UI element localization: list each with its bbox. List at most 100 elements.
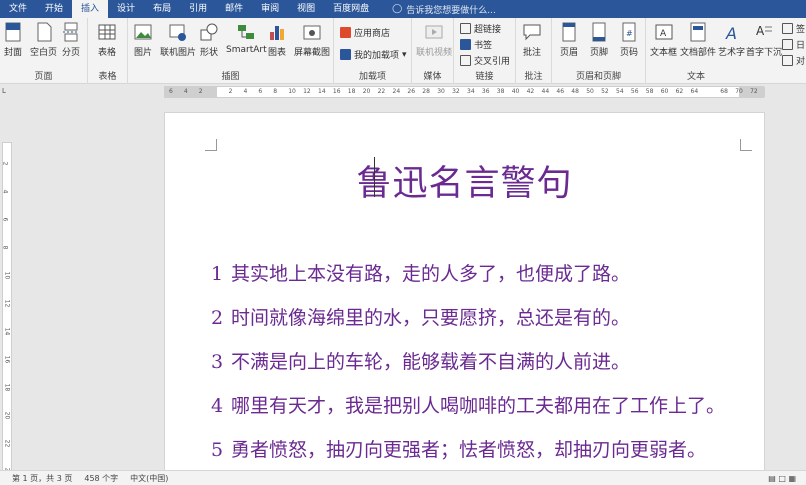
textbox-button[interactable]: A 文本框 <box>650 22 677 58</box>
link-icon <box>460 23 471 34</box>
signature-icon <box>782 23 793 34</box>
ruler-tick-label: 40 <box>511 88 520 95</box>
quick-parts-button[interactable]: 文档部件 <box>680 22 716 58</box>
cross-reference-icon <box>460 55 471 66</box>
ruler-tick-label: 10 <box>3 271 11 280</box>
ruler-tick-label: 14 <box>318 88 326 95</box>
horizontal-ruler[interactable]: 6 4 2 2 4 6 8 10 12 14 16 18 20 22 24 26 28 30 32 34 36 38 40 4… <box>164 86 765 98</box>
ruler-tick-label: 60 <box>660 88 669 95</box>
shapes-button[interactable]: 形状 <box>200 22 218 58</box>
tab-home[interactable]: 开始 <box>36 0 72 18</box>
ruler-tick-label: 16 <box>332 88 341 95</box>
tab-mailings[interactable]: 邮件 <box>216 0 252 18</box>
tab-design[interactable]: 设计 <box>108 0 144 18</box>
word-count[interactable]: 458 个字 <box>84 473 118 484</box>
group-links-label: 链接 <box>475 72 494 82</box>
hyperlink-label: 超链接 <box>474 25 502 35</box>
online-video-button[interactable]: 联机视频 <box>416 22 452 58</box>
group-header-footer-label: 页眉和页脚 <box>575 72 621 82</box>
cover-button[interactable]: 封面 <box>4 22 22 58</box>
tab-file[interactable]: 文件 <box>0 0 36 18</box>
group-media-label: 媒体 <box>423 72 442 82</box>
group-table-label: 表格 <box>98 72 117 82</box>
table-button[interactable]: 表格 <box>98 22 116 58</box>
picture-icon <box>134 24 152 40</box>
quote-number: 4 <box>211 395 224 417</box>
header-button[interactable]: 页眉 <box>560 22 578 58</box>
textbox-label: 文本框 <box>650 48 678 58</box>
ruler-tick-label: 20 <box>3 411 11 420</box>
quote-number: 5 <box>211 439 224 461</box>
footer-button[interactable]: 页脚 <box>590 22 608 58</box>
tab-references[interactable]: 引用 <box>180 0 216 18</box>
tab-view[interactable]: 视图 <box>288 0 324 18</box>
calendar-icon <box>782 39 793 50</box>
svg-text:A: A <box>756 24 765 38</box>
tab-insert[interactable]: 插入 <box>72 0 109 18</box>
page-count[interactable]: 第 1 页，共 3 页 <box>12 473 72 484</box>
horizontal-ruler-row: L 6 4 2 2 4 6 8 10 12 14 16 18 20 22 24 26 28 30 32 34 36 38 4… <box>0 84 806 100</box>
cover-page-icon <box>5 22 21 42</box>
ruler-tick-label: 6 <box>169 88 173 95</box>
chart-button[interactable]: 图表 <box>268 22 286 58</box>
ruler-tick-label: 72 <box>750 88 758 95</box>
group-pages: 封面 空白页 分页 页面 <box>0 18 88 84</box>
hyperlink-button[interactable]: 超链接 <box>460 22 501 35</box>
quote-line: 1 其实地上本没有路，走的人多了，也便成了路。 <box>211 259 630 286</box>
store-button[interactable]: 应用商店 <box>340 26 390 39</box>
blank-page-button[interactable]: 空白页 <box>30 22 57 58</box>
group-illustrations: 图片 联机图片 形状 SmartArt 图表 屏幕截图 插图 <box>128 18 334 84</box>
ribbon: 封面 空白页 分页 页面 表格 表格 图片 联机图片 形状 SmartArt 图… <box>0 18 806 84</box>
quote-number: 3 <box>211 351 224 373</box>
page-break-button[interactable]: 分页 <box>62 22 80 58</box>
online-picture-button[interactable]: 联机图片 <box>160 22 196 58</box>
ruler-tick-label: 36 <box>481 88 490 95</box>
group-text-label: 文本 <box>686 72 705 82</box>
svg-text:A: A <box>725 24 737 42</box>
wordart-label: 艺术字 <box>718 48 746 58</box>
wordart-button[interactable]: A 艺术字 <box>718 22 745 58</box>
shapes-label: 形状 <box>200 48 219 58</box>
quote-line: 3 不满是向上的车轮，能够载着不自满的人前进。 <box>211 347 630 374</box>
tell-me-search[interactable]: ◯ 告诉我您想要做什么... <box>392 3 496 16</box>
tab-selector-icon[interactable]: L <box>2 87 6 95</box>
date-time-button[interactable]: 日 <box>782 38 805 51</box>
picture-label: 图片 <box>134 48 153 58</box>
ruler-tick-label: 52 <box>601 88 609 95</box>
chevron-down-icon: ▾ <box>402 49 407 60</box>
ruler-tick-label: 46 <box>556 88 565 95</box>
signature-line-button[interactable]: 签 <box>782 22 805 35</box>
vertical-ruler[interactable]: 24681012141618202224 <box>0 100 14 475</box>
group-addins-label: 加载项 <box>358 72 386 82</box>
document-page[interactable]: 鲁迅名言警句 1 其实地上本没有路，走的人多了，也便成了路。 2 时间就像海绵里的水… <box>164 112 765 472</box>
ruler-tick-label: 26 <box>407 88 416 95</box>
group-comments-label: 批注 <box>524 72 543 82</box>
ruler-tick-label: 16 <box>3 355 11 364</box>
tab-baidu-netdisk[interactable]: 百度网盘 <box>324 0 378 18</box>
picture-button[interactable]: 图片 <box>134 22 152 58</box>
new-comment-button[interactable]: 批注 <box>523 22 541 58</box>
my-addins-button[interactable]: 我的加载项 ▾ <box>340 48 407 61</box>
object-button[interactable]: 对 <box>782 54 805 67</box>
footer-label: 页脚 <box>590 48 609 58</box>
view-buttons[interactable]: ▤ □ ▦ <box>768 474 796 483</box>
text-cursor <box>374 157 375 197</box>
language-indicator[interactable]: 中文(中国) <box>130 473 168 484</box>
tab-review[interactable]: 审阅 <box>252 0 288 18</box>
ruler-tick-label: 54 <box>616 88 624 95</box>
tab-layout[interactable]: 布局 <box>144 0 180 18</box>
quote-line: 4 哪里有天才，我是把别人喝咖啡的工夫都用在了工作上了。 <box>211 391 725 418</box>
cross-reference-button[interactable]: 交叉引用 <box>460 54 510 67</box>
quote-text: 时间就像海绵里的水，只要愿挤，总还是有的。 <box>231 307 631 329</box>
online-picture-label: 联机图片 <box>160 48 197 58</box>
shapes-icon <box>200 23 218 41</box>
bookmark-button[interactable]: 书签 <box>460 38 492 51</box>
screenshot-button[interactable]: 屏幕截图 <box>294 22 330 58</box>
table-label: 表格 <box>98 48 117 58</box>
group-pages-label: 页面 <box>34 72 53 82</box>
blank-page-icon <box>37 22 51 42</box>
drop-cap-button[interactable]: A 首字下沉 <box>746 22 782 58</box>
smartart-button[interactable]: SmartArt <box>226 22 267 55</box>
date-time-label: 日 <box>796 41 806 51</box>
page-number-button[interactable]: # 页码 <box>620 22 638 58</box>
